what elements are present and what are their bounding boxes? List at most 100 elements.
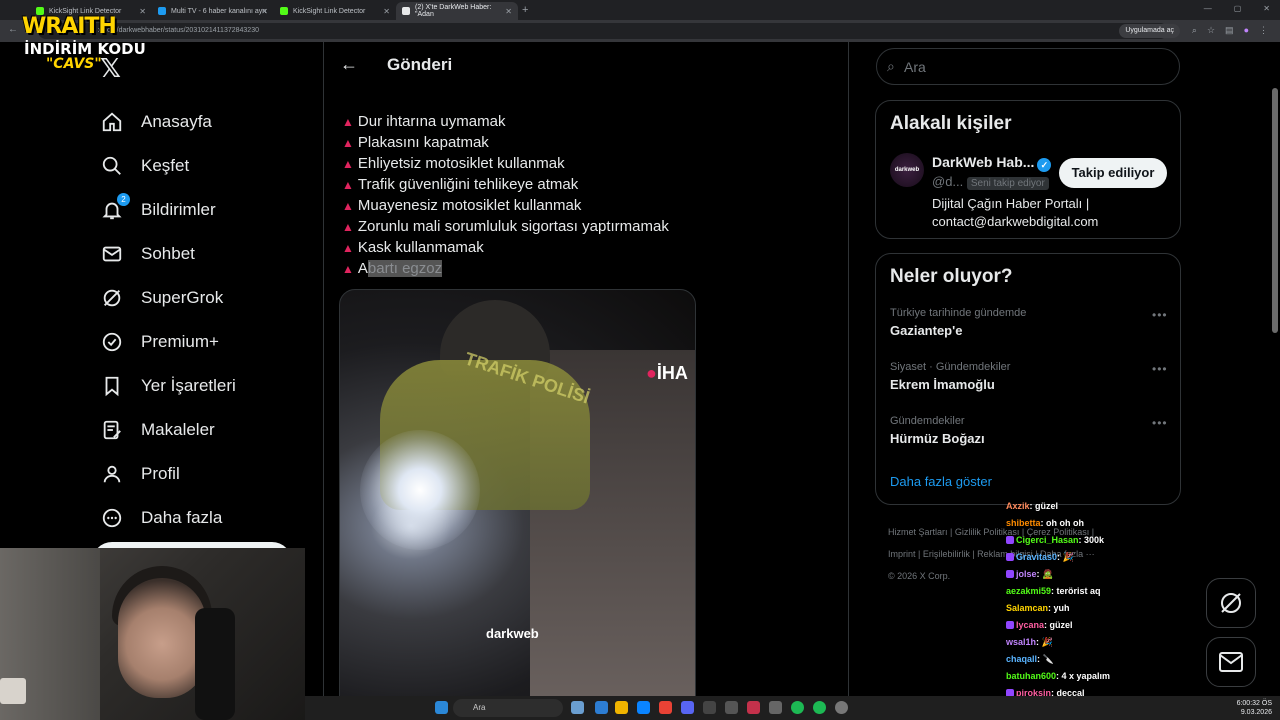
bookmark-star-icon[interactable]: ☆ xyxy=(1207,25,1215,36)
explorer-icon[interactable] xyxy=(615,701,628,714)
nav-item[interactable]: Premium+ xyxy=(100,320,236,364)
more-options-icon[interactable]: ••• xyxy=(1152,416,1168,430)
warning-triangle-icon: ▲ xyxy=(342,136,354,150)
menu-icon[interactable]: ⋮ xyxy=(1259,25,1268,36)
post-line: ▲ Plakasını kapatmak xyxy=(342,134,489,151)
chat-text: : 🔪 xyxy=(1037,654,1054,664)
related-title: Alakalı kişiler xyxy=(890,113,1012,134)
chat-text: : güzel xyxy=(1029,501,1059,511)
chat-badge-icon xyxy=(1006,553,1014,561)
taskbar-search[interactable]: Ara xyxy=(453,699,563,717)
nav-item[interactable]: 2 Bildirimler xyxy=(100,188,236,232)
nav-item[interactable]: Profil xyxy=(100,452,236,496)
app-icon[interactable] xyxy=(595,701,608,714)
chat-username[interactable]: shibetta xyxy=(1006,518,1041,528)
open-in-app-chip[interactable]: Uygulamada aç xyxy=(1119,24,1180,38)
trend-item[interactable]: Gündemdekiler Hürmüz Boğazı xyxy=(890,415,985,446)
clock[interactable]: 6:00:32 ÖS 9.03.2026 xyxy=(1237,699,1272,717)
app3-icon[interactable] xyxy=(747,701,760,714)
spotify2-icon[interactable] xyxy=(813,701,826,714)
chat-username[interactable]: batuhan600 xyxy=(1006,671,1056,681)
trend-name: Gaziantep'e xyxy=(890,323,963,338)
show-more-link[interactable]: Daha fazla göster xyxy=(890,474,992,489)
avatar[interactable]: darkweb xyxy=(890,153,924,187)
chat-message: wsal1h: 🎉 xyxy=(1006,634,1206,651)
grok-fab[interactable] xyxy=(1206,578,1256,628)
home-icon xyxy=(100,110,124,134)
app2-icon[interactable] xyxy=(725,701,738,714)
back-arrow-icon[interactable]: ← xyxy=(340,54,358,75)
chat-username[interactable]: wsal1h xyxy=(1006,637,1036,647)
chat-username[interactable]: lycana xyxy=(1016,620,1044,630)
start-icon[interactable] xyxy=(435,701,448,714)
tab-close-icon[interactable]: ✕ xyxy=(139,7,146,16)
chat-username[interactable]: Axzik xyxy=(1006,501,1030,511)
browser-tab[interactable]: (2) X'te DarkWeb Haber: "Adan ✕ xyxy=(396,2,518,20)
tab-favicon-icon xyxy=(402,7,410,15)
close-window-icon[interactable]: ✕ xyxy=(1263,4,1270,13)
weather-icon[interactable] xyxy=(571,701,584,714)
nav-item[interactable]: Makaleler xyxy=(100,408,236,452)
more-options-icon[interactable]: ••• xyxy=(1152,362,1168,376)
steam-icon[interactable] xyxy=(703,701,716,714)
nav-item-label: Sohbet xyxy=(141,244,195,263)
chat-username[interactable]: chaqall xyxy=(1006,654,1037,664)
chat-username[interactable]: aezakmi59 xyxy=(1006,586,1051,596)
chrome-icon[interactable] xyxy=(659,701,672,714)
follows-you-chip: Seni takip ediyor xyxy=(966,177,1049,190)
nav-item-label: Premium+ xyxy=(141,332,219,351)
scrollbar[interactable] xyxy=(1272,88,1278,333)
minimize-icon[interactable]: — xyxy=(1204,4,1212,13)
chat-username[interactable]: Cigerci_Hasan xyxy=(1016,535,1079,545)
nav-item[interactable]: Daha fazla xyxy=(100,496,236,540)
nav-item-label: Profil xyxy=(141,464,180,483)
chat-username[interactable]: Salamcan xyxy=(1006,603,1048,613)
warning-triangle-icon: ▲ xyxy=(342,220,354,234)
tab-close-icon[interactable]: ✕ xyxy=(505,7,512,16)
tab-close-icon[interactable]: ✕ xyxy=(261,7,268,16)
url-field[interactable]: x.com/darkwebhaber/status/20310214113728… xyxy=(38,23,1168,39)
nav-item[interactable]: Sohbet xyxy=(100,232,236,276)
browser-tab[interactable]: KickSight Link Detector ✕ xyxy=(274,2,396,20)
stream-chat: Axzik: güzel shibetta: oh oh oh Cigerci_Ha… xyxy=(1006,498,1206,719)
article-icon xyxy=(100,418,124,442)
spotify-icon[interactable] xyxy=(791,701,804,714)
post-line: ▲ Ehliyetsiz motosiklet kullanmak xyxy=(342,155,565,172)
app4-icon[interactable] xyxy=(769,701,782,714)
nav-item[interactable]: Keşfet xyxy=(100,144,236,188)
obs-icon[interactable] xyxy=(835,701,848,714)
new-tab-icon[interactable]: + xyxy=(522,4,528,16)
profile-icon[interactable]: ● xyxy=(1244,25,1249,36)
chat-username[interactable]: Gravitas0 xyxy=(1016,552,1057,562)
back-nav-icon[interactable]: ← xyxy=(8,24,18,35)
zoom-icon[interactable]: ⌕ xyxy=(1192,25,1197,36)
warning-triangle-icon: ▲ xyxy=(342,241,354,255)
nav-item[interactable]: SuperGrok xyxy=(100,276,236,320)
trend-item[interactable]: Türkiye tarihinde gündemde Gaziantep'e xyxy=(890,307,1026,338)
messages-fab[interactable] xyxy=(1206,637,1256,687)
toolbar-icons: ⌕ ☆ ▤ ● ⋮ xyxy=(1192,25,1268,36)
discord-icon[interactable] xyxy=(681,701,694,714)
edge-icon[interactable] xyxy=(637,701,650,714)
video-iha-watermark: ●İHA xyxy=(646,363,688,383)
search-input[interactable]: ⌕ Ara xyxy=(876,48,1180,85)
more-options-icon[interactable]: ••• xyxy=(1152,308,1168,322)
post-video[interactable]: TRAFİK POLİSİ ●İHA darkweb xyxy=(339,289,696,720)
chat-username[interactable]: jolse xyxy=(1016,569,1037,579)
selected-text: bartı egzoz xyxy=(367,260,443,277)
browser-tab-bar: KickSight Link Detector ✕ Multi TV - 6 hab… xyxy=(0,0,1280,20)
post-column: ← Gönderi ▲ Dur ihtarına uymamak ▲ Plakasın… xyxy=(323,42,849,720)
nav-item[interactable]: Yer İşaretleri xyxy=(100,364,236,408)
account-name[interactable]: DarkWeb Hab... ✓ xyxy=(932,154,1052,172)
tab-close-icon[interactable]: ✕ xyxy=(383,7,390,16)
nav-item[interactable]: Anasayfa xyxy=(100,100,236,144)
x-logo-icon[interactable]: 𝕏 xyxy=(100,54,121,84)
browser-tab[interactable]: Multi TV - 6 haber kanalını ayn ✕ xyxy=(152,2,274,20)
following-button[interactable]: Takip ediliyor xyxy=(1059,158,1167,188)
trend-item[interactable]: Siyaset · Gündemdekiler Ekrem İmamoğlu xyxy=(890,361,1010,392)
maximize-icon[interactable]: ▢ xyxy=(1234,4,1242,13)
trend-meta: Gündemdekiler xyxy=(890,415,965,427)
extensions-icon[interactable]: ▤ xyxy=(1225,25,1234,36)
webcam-feed xyxy=(0,548,305,720)
tab-label: KickSight Link Detector xyxy=(293,7,366,15)
